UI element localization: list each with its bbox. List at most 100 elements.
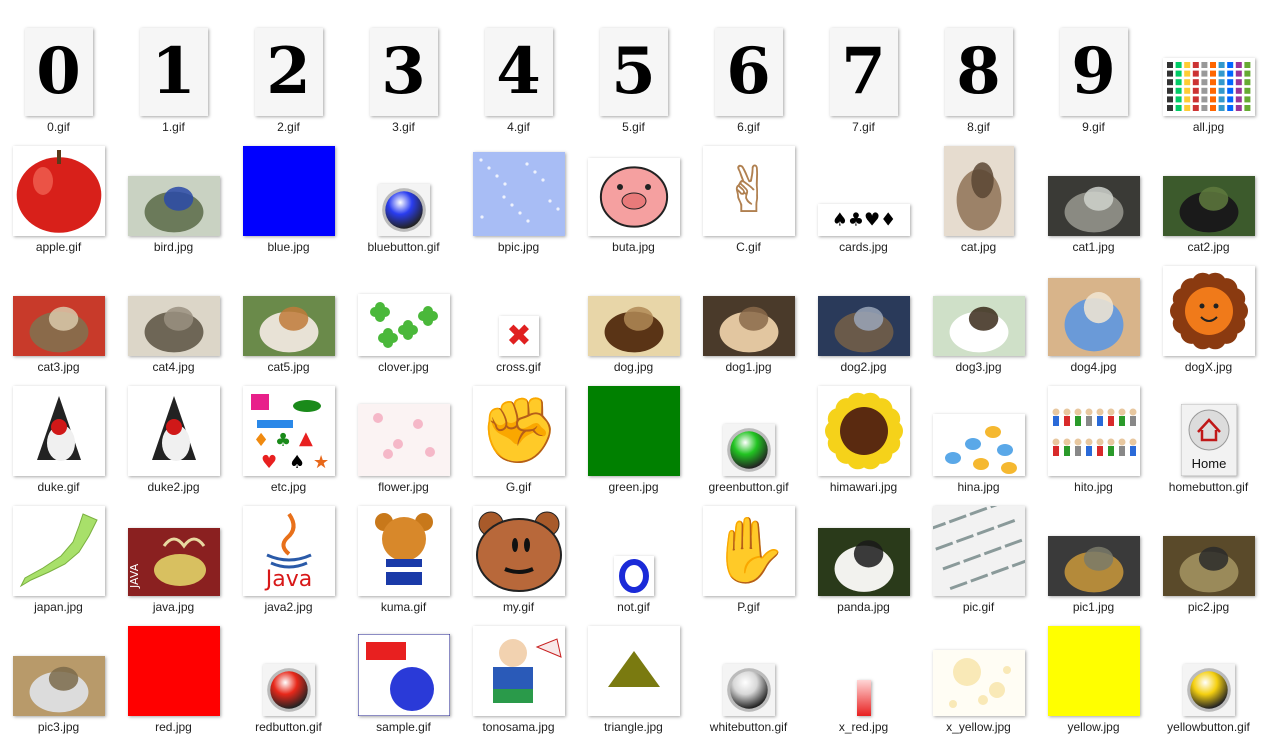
file-item[interactable]: cat3.jpg bbox=[1, 250, 116, 374]
dachshund-photo-icon bbox=[587, 296, 680, 356]
flower-petals-icon bbox=[357, 404, 450, 476]
file-item[interactable]: dog2.jpg bbox=[806, 250, 921, 374]
dog2-photo-icon bbox=[817, 296, 910, 356]
file-item[interactable]: panda.jpg bbox=[806, 490, 921, 614]
file-item[interactable]: cat4.jpg bbox=[116, 250, 231, 374]
file-item[interactable]: not.gif bbox=[576, 490, 691, 614]
file-item[interactable]: Java java2.jpg bbox=[231, 490, 346, 614]
file-item[interactable]: 4 4.gif bbox=[461, 10, 576, 134]
home-button-icon: Home bbox=[1180, 404, 1237, 476]
file-item[interactable]: redbutton.gif bbox=[231, 610, 346, 734]
file-item[interactable]: dog.jpg bbox=[576, 250, 691, 374]
file-item[interactable]: 5 5.gif bbox=[576, 10, 691, 134]
file-item[interactable]: triangle.jpg bbox=[576, 610, 691, 734]
chip-photo-icon bbox=[1162, 536, 1255, 596]
file-item[interactable]: pic2.jpg bbox=[1151, 490, 1263, 614]
file-name-label: sample.gif bbox=[376, 720, 431, 734]
fist-hand-icon: ✊ bbox=[472, 386, 565, 476]
file-item[interactable]: greenbutton.gif bbox=[691, 370, 806, 494]
japan-map-icon bbox=[12, 506, 105, 596]
file-item[interactable]: JAVA java.jpg bbox=[116, 490, 231, 614]
file-item[interactable]: kuma.gif bbox=[346, 490, 461, 614]
file-item[interactable]: 9 9.gif bbox=[1036, 10, 1151, 134]
file-item[interactable]: yellowbutton.gif bbox=[1151, 610, 1263, 734]
file-name-label: redbutton.gif bbox=[255, 720, 322, 734]
file-item[interactable]: apple.gif bbox=[1, 130, 116, 254]
file-item[interactable]: cat2.jpg bbox=[1151, 130, 1263, 254]
file-item[interactable]: ✖ cross.gif bbox=[461, 250, 576, 374]
svg-text:♦: ♦ bbox=[253, 430, 269, 451]
svg-text:♠♣♥♦: ♠♣♥♦ bbox=[831, 210, 896, 231]
lion-flower-icon bbox=[1162, 266, 1255, 356]
file-item[interactable]: hina.jpg bbox=[921, 370, 1036, 494]
chihuahua-photo-icon bbox=[702, 296, 795, 356]
svg-text:▲: ▲ bbox=[299, 428, 313, 449]
file-item[interactable]: ✊ G.gif bbox=[461, 370, 576, 494]
people-icon bbox=[1047, 386, 1140, 476]
file-item[interactable]: pic.gif bbox=[921, 490, 1036, 614]
file-item[interactable]: cat.jpg bbox=[921, 130, 1036, 254]
file-item[interactable]: 3 3.gif bbox=[346, 10, 461, 134]
file-item[interactable]: dog3.jpg bbox=[921, 250, 1036, 374]
file-name-label: yellowbutton.gif bbox=[1167, 720, 1250, 734]
digit-6-icon: 6 bbox=[714, 28, 783, 116]
red-gradient-bar-icon bbox=[856, 680, 871, 716]
file-item[interactable]: dogX.jpg bbox=[1151, 250, 1263, 374]
file-item[interactable]: red.jpg bbox=[116, 610, 231, 734]
file-item[interactable]: ♦ ♣ ▲ ♥ ♠ ★ etc.jpg bbox=[231, 370, 346, 494]
file-item[interactable]: 2 2.gif bbox=[231, 10, 346, 134]
apple-icon bbox=[12, 146, 105, 236]
file-item[interactable]: green.jpg bbox=[576, 370, 691, 494]
bear-icon bbox=[357, 506, 450, 596]
file-item[interactable]: duke2.jpg bbox=[116, 370, 231, 494]
file-item[interactable]: ✋ P.gif bbox=[691, 490, 806, 614]
brown-face-icon bbox=[472, 506, 565, 596]
file-item[interactable]: bluebutton.gif bbox=[346, 130, 461, 254]
sample-shapes-icon bbox=[357, 634, 450, 716]
file-item[interactable]: dog1.jpg bbox=[691, 250, 806, 374]
file-item[interactable]: clover.jpg bbox=[346, 250, 461, 374]
file-item[interactable]: all.jpg bbox=[1151, 10, 1263, 134]
file-item[interactable]: 0 0.gif bbox=[1, 10, 116, 134]
file-item[interactable]: Home homebutton.gif bbox=[1151, 370, 1263, 494]
file-item[interactable]: flower.jpg bbox=[346, 370, 461, 494]
digit-2-icon: 2 bbox=[254, 28, 323, 116]
cat-photo-icon bbox=[1047, 176, 1140, 236]
calico-cat-photo-icon bbox=[242, 296, 335, 356]
file-item[interactable]: sample.gif bbox=[346, 610, 461, 734]
file-item[interactable]: dog4.jpg bbox=[1036, 250, 1151, 374]
file-item[interactable]: ♠♣♥♦ cards.jpg bbox=[806, 130, 921, 254]
file-item[interactable]: himawari.jpg bbox=[806, 370, 921, 494]
file-item[interactable]: buta.jpg bbox=[576, 130, 691, 254]
file-item[interactable]: cat1.jpg bbox=[1036, 130, 1151, 254]
file-item[interactable]: tonosama.jpg bbox=[461, 610, 576, 734]
file-item[interactable]: hito.jpg bbox=[1036, 370, 1151, 494]
file-item[interactable]: x_yellow.jpg bbox=[921, 610, 1036, 734]
file-item[interactable]: 6 6.gif bbox=[691, 10, 806, 134]
file-item[interactable]: yellow.jpg bbox=[1036, 610, 1151, 734]
svg-text:♥: ♥ bbox=[261, 452, 277, 473]
file-item[interactable]: ✌ C.gif bbox=[691, 130, 806, 254]
file-item[interactable]: 8 8.gif bbox=[921, 10, 1036, 134]
file-item[interactable]: 7 7.gif bbox=[806, 10, 921, 134]
puppy-photo-icon bbox=[1047, 278, 1140, 356]
file-item[interactable]: blue.jpg bbox=[231, 130, 346, 254]
digit-9-icon: 9 bbox=[1059, 28, 1128, 116]
card-suits-icon: ♠♣♥♦ bbox=[817, 204, 910, 236]
file-item[interactable]: bird.jpg bbox=[116, 130, 231, 254]
file-item[interactable]: pic1.jpg bbox=[1036, 490, 1151, 614]
file-item[interactable]: bpic.jpg bbox=[461, 130, 576, 254]
file-name-label: red.jpg bbox=[155, 720, 192, 734]
file-item[interactable]: cat5.jpg bbox=[231, 250, 346, 374]
file-item[interactable]: my.gif bbox=[461, 490, 576, 614]
black-cat-photo-icon bbox=[1162, 176, 1255, 236]
file-item[interactable]: x_red.jpg bbox=[806, 610, 921, 734]
file-item[interactable]: japan.jpg bbox=[1, 490, 116, 614]
clover-icon bbox=[357, 294, 450, 356]
file-name-label: x_yellow.jpg bbox=[946, 720, 1011, 734]
file-name-label: triangle.jpg bbox=[604, 720, 663, 734]
file-item[interactable]: pic3.jpg bbox=[1, 610, 116, 734]
file-item[interactable]: whitebutton.gif bbox=[691, 610, 806, 734]
file-item[interactable]: 1 1.gif bbox=[116, 10, 231, 134]
file-item[interactable]: duke.gif bbox=[1, 370, 116, 494]
